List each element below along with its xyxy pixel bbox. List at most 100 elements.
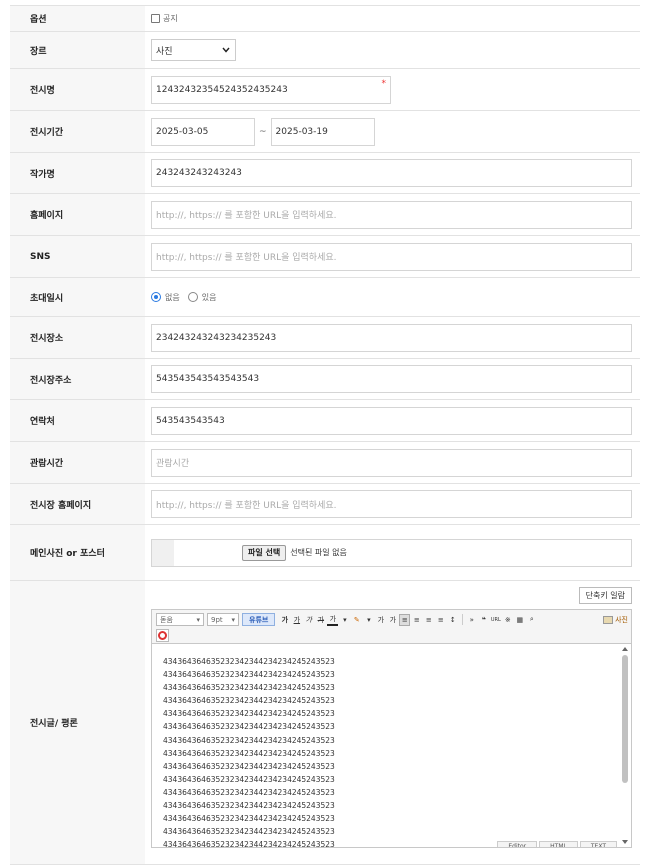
editor-line: 434364364635232342344234234245243523	[163, 657, 335, 666]
align-left-icon[interactable]: ≡	[399, 613, 411, 626]
editor-line: 434364364635232342344234234245243523	[163, 670, 335, 680]
invite-yes-radio[interactable]	[187, 292, 198, 302]
genre-select[interactable]: 사진	[151, 39, 236, 61]
row-title: 전시명 12432432354524352435243 *	[10, 69, 640, 111]
chevron-down-icon[interactable]: ▾	[363, 614, 374, 626]
start-date-input[interactable]: 2025-03-05	[151, 117, 255, 146]
align-right-icon[interactable]: ≡	[423, 614, 434, 626]
italic-button[interactable]: 가	[303, 614, 314, 626]
editor-scrollbar[interactable]	[621, 647, 629, 844]
contact-label: 연락처	[10, 400, 145, 441]
hours-placeholder: 관람시간	[156, 459, 190, 469]
file-input-gutter	[152, 539, 174, 566]
more-icon[interactable]: »	[466, 614, 477, 626]
notice-checkbox[interactable]: 공지	[151, 13, 178, 24]
superscript-button[interactable]: 가	[375, 614, 386, 626]
scrollbar-thumb[interactable]	[622, 655, 628, 783]
row-artist: 작가명 243243243243243	[10, 153, 640, 194]
exhibition-form: 옵션 공지 장르 사진 전시명 12432432354524352435243 …	[10, 5, 640, 865]
artist-input[interactable]: 243243243243243	[151, 159, 632, 187]
venue-value: 234243243243234235243	[156, 332, 277, 343]
hours-input[interactable]: 관람시간	[151, 448, 632, 477]
homepage-input[interactable]: http://, https:// 를 포함한 URL을 입력하세요.	[151, 200, 632, 229]
highlight-button[interactable]: ✎	[351, 614, 362, 626]
checkbox-box[interactable]	[151, 14, 160, 23]
row-invite: 초대일시 없음 있음	[10, 278, 640, 317]
end-date-input[interactable]: 2025-03-19	[270, 117, 375, 146]
scroll-down-icon[interactable]	[622, 840, 628, 844]
chevron-down-icon: ▾	[196, 615, 200, 624]
special-char-icon[interactable]: ※	[502, 614, 513, 626]
font-select[interactable]: 돋움 ▾	[156, 613, 204, 626]
clear-format-button[interactable]	[156, 629, 169, 642]
venue-homepage-input[interactable]: http://, https:// 를 포함한 URL을 입력하세요.	[151, 490, 632, 518]
link-icon[interactable]: URL	[490, 614, 501, 626]
venue-input[interactable]: 234243243243234235243	[151, 323, 632, 352]
editor-line: 434364364635232342344234234245243523	[163, 801, 335, 811]
subscript-button[interactable]: 가	[387, 614, 398, 626]
choose-file-button[interactable]: 파일 선택	[242, 544, 287, 561]
photo-button[interactable]: 사진	[603, 613, 628, 626]
address-input[interactable]: 543543543543543543	[151, 365, 632, 393]
scroll-up-icon[interactable]	[622, 647, 628, 651]
row-hours: 관람시간 관람시간	[10, 442, 640, 484]
chevron-down-icon[interactable]: ▾	[339, 614, 350, 626]
start-date-value: 2025-03-05	[156, 126, 209, 137]
editor-line: 434364364635232342344234234245243523	[163, 722, 335, 732]
row-address: 전시장주소 543543543543543543	[10, 359, 640, 400]
option-label: 옵션	[10, 6, 145, 31]
file-status: 선택된 파일 없음	[290, 548, 347, 557]
required-mark: *	[381, 78, 387, 89]
invite-none-label: 없음	[165, 292, 180, 302]
toolbar-divider	[462, 614, 464, 625]
row-period: 전시기간 2025-03-05 ~ 2025-03-19	[10, 111, 640, 153]
sns-input[interactable]: http://, https:// 를 포함한 URL을 입력하세요.	[151, 242, 632, 271]
period-label: 전시기간	[10, 111, 145, 152]
editor-line: 434364364635232342344234234245243523	[163, 696, 335, 706]
chevron-down-icon	[222, 47, 230, 53]
row-review: 전시글/ 평론 단축키 일람 돋움 ▾ 9pt ▾ 유튜브 가 가 가 가 가 …	[10, 581, 640, 865]
underline-button[interactable]: 가	[291, 614, 302, 626]
editor-line: 434364364635232342344234234245243523	[163, 748, 335, 758]
align-justify-icon[interactable]: ≡	[435, 614, 446, 626]
editor-toolbar: 돋움 ▾ 9pt ▾ 유튜브 가 가 가 가 가 ▾ ✎ ▾ 가 가 ≡ ≡ ≡…	[151, 609, 632, 644]
row-poster: 메인사진 or 포스터 파일 선택 선택된 파일 없음	[10, 525, 640, 581]
align-center-icon[interactable]: ≡	[411, 614, 422, 626]
editor-line: 434364364635232342344234234245243523	[163, 774, 335, 784]
quote-icon[interactable]: ❝	[478, 614, 489, 626]
title-label: 전시명	[10, 69, 145, 110]
editor-content-area[interactable]: 434364364635232342344234234245243523 434…	[151, 644, 632, 848]
row-option: 옵션 공지	[10, 6, 640, 32]
contact-input[interactable]: 543543543543	[151, 406, 632, 435]
row-contact: 연락처 543543543543	[10, 400, 640, 442]
invite-none-radio[interactable]	[151, 292, 161, 302]
font-select-value: 돋움	[160, 615, 173, 624]
venue-homepage-label: 전시장 홈페이지	[10, 484, 145, 524]
youtube-button[interactable]: 유튜브	[242, 613, 276, 626]
clear-format-icon	[158, 631, 167, 640]
font-color-button[interactable]: 가	[327, 614, 339, 626]
table-icon[interactable]: ▦	[514, 614, 525, 626]
invite-yes-label: 있음	[201, 292, 217, 302]
title-input[interactable]: 12432432354524352435243 *	[151, 75, 391, 104]
bold-button[interactable]: 가	[279, 614, 290, 626]
tab-editor[interactable]: Editor	[497, 841, 538, 847]
invite-label: 초대일시	[10, 278, 145, 316]
tab-text[interactable]: TEXT	[579, 841, 617, 847]
poster-file-input[interactable]: 파일 선택 선택된 파일 없음	[151, 538, 632, 567]
strike-button[interactable]: 가	[315, 614, 326, 626]
title-value: 12432432354524352435243	[156, 84, 288, 95]
sns-placeholder: http://, https:// 를 포함한 URL을 입력하세요.	[156, 253, 337, 263]
row-venue: 전시장소 234243243243234235243	[10, 317, 640, 359]
shortcut-list-button[interactable]: 단축키 일람	[578, 587, 632, 604]
editor-line: 434364364635232342344234234245243523	[163, 840, 335, 848]
date-separator: ~	[259, 126, 267, 137]
chevron-down-icon: ▾	[231, 615, 235, 624]
end-date-value: 2025-03-19	[275, 126, 328, 137]
editor-line: 434364364635232342344234234245243523	[163, 787, 335, 797]
tab-html[interactable]: HTML	[539, 841, 578, 847]
search-icon[interactable]: ⌕	[526, 614, 537, 626]
font-size-select[interactable]: 9pt ▾	[207, 613, 239, 626]
line-height-icon[interactable]: ↕	[447, 614, 458, 626]
row-homepage: 홈페이지 http://, https:// 를 포함한 URL을 입력하세요.	[10, 194, 640, 236]
